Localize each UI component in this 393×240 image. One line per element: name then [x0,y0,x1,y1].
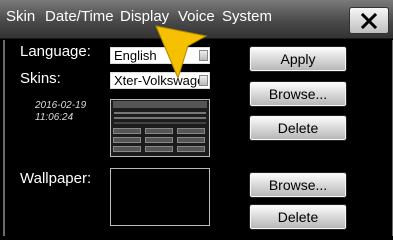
preview-cell [113,137,141,143]
close-x-icon [361,12,377,29]
preview-line [114,117,206,119]
preview-cell [177,137,205,143]
close-button[interactable] [349,7,389,34]
skin-delete-button[interactable]: Delete [249,115,347,141]
wallpaper-browse-button[interactable]: Browse... [249,172,347,198]
preview-cell [145,137,173,143]
preview-cell [177,146,205,152]
wallpaper-preview [110,168,210,226]
skin-preview [110,99,210,157]
tab-system[interactable]: System [222,8,272,25]
preview-line [114,122,206,124]
skin-date: 2016-02-19 [35,100,87,111]
language-label: Language: [20,43,91,60]
preview-cell [113,146,141,152]
preview-cell [145,146,173,152]
pointer-cursor-icon [155,25,208,80]
preview-header [113,101,207,108]
preview-cell [145,128,173,134]
preview-cell [113,128,141,134]
skin-browse-button[interactable]: Browse... [249,81,347,107]
preview-cell [177,128,205,134]
skins-label: Skins: [20,70,61,87]
wallpaper-label: Wallpaper: [20,170,92,187]
apply-button[interactable]: Apply [249,46,347,72]
preview-line [114,112,206,114]
tab-date-time[interactable]: Date/Time [45,8,114,25]
skin-time: 11:06:24 [35,112,74,123]
wallpaper-delete-button[interactable]: Delete [249,204,347,230]
tab-skin[interactable]: Skin [6,8,35,25]
